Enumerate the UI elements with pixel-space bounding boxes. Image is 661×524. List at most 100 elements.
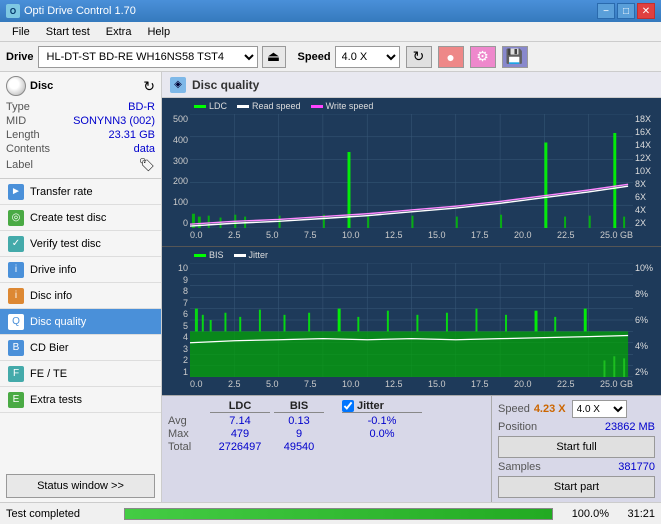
menu-start-test[interactable]: Start test (38, 24, 98, 40)
disc-panel: Disc ↻ Type BD-R MID SONYNN3 (002) Lengt… (0, 72, 161, 179)
disc-length-value: 23.31 GB (109, 129, 155, 141)
chart2-x-axis: 0.0 2.5 5.0 7.5 10.0 12.5 15.0 17.5 20.0… (190, 377, 633, 395)
sidebar-item-disc-quality[interactable]: Q Disc quality (0, 309, 161, 335)
x2-7.5: 7.5 (304, 379, 317, 389)
x1-25: 25.0 GB (600, 230, 633, 240)
speed-row: Speed 4.23 X 4.0 X (498, 400, 655, 418)
sidebar-item-extra-tests[interactable]: E Extra tests (0, 387, 161, 413)
sidebar-item-fe-te[interactable]: F FE / TE (0, 361, 161, 387)
disc-label-label: Label (6, 159, 33, 171)
speed-label: Speed (298, 51, 331, 63)
drive-selector[interactable]: HL-DT-ST BD-RE WH16NS58 TST4 (38, 46, 258, 68)
titlebar: O Opti Drive Control 1.70 − □ ✕ (0, 0, 661, 22)
avg-ldc: 7.14 (210, 415, 270, 427)
main-layout: Disc ↻ Type BD-R MID SONYNN3 (002) Lengt… (0, 72, 661, 502)
jitter-header-label: Jitter (357, 400, 384, 412)
y2-7: 7 (164, 298, 188, 308)
chart1-x-axis: 0.0 2.5 5.0 7.5 10.0 12.5 15.0 17.5 20.0… (190, 228, 633, 246)
disc-contents-value: data (134, 143, 155, 155)
sidebar-item-drive-info[interactable]: i Drive info (0, 257, 161, 283)
disc-button[interactable]: ● (438, 46, 464, 68)
sidebar-item-cd-bier[interactable]: B CD Bier (0, 335, 161, 361)
y1r-18: 18X (635, 114, 659, 124)
x1-7.5: 7.5 (304, 230, 317, 240)
y2-9: 9 (164, 275, 188, 285)
chart2-legend: BIS Jitter (194, 250, 268, 260)
chart2-svg (190, 263, 633, 377)
y1-0: 0 (164, 218, 188, 228)
drive-label: Drive (6, 51, 34, 63)
transfer-rate-label: Transfer rate (30, 186, 93, 198)
bis-header: BIS (274, 400, 324, 413)
menu-file[interactable]: File (4, 24, 38, 40)
y2-3: 3 (164, 344, 188, 354)
start-full-button[interactable]: Start full (498, 436, 655, 458)
write-speed-legend-label: Write speed (326, 101, 374, 111)
avg-row: Avg 7.14 0.13 -0.1% (168, 415, 485, 427)
max-label: Max (168, 428, 206, 440)
total-jitter-empty (342, 441, 422, 453)
y2-8: 8 (164, 286, 188, 296)
spacer (328, 400, 338, 413)
max-jitter: 0.0% (342, 428, 422, 440)
speed-target-selector[interactable]: 4.0 X (572, 400, 627, 418)
y1-100: 100 (164, 197, 188, 207)
chart1-legend: LDC Read speed Write speed (194, 101, 373, 111)
ldc-chart: LDC Read speed Write speed 500 400 (162, 98, 661, 247)
position-label: Position (498, 421, 537, 433)
content-area: ◈ Disc quality LDC Read speed (162, 72, 661, 502)
y2-4: 4 (164, 332, 188, 342)
y2r-10: 10% (635, 263, 659, 273)
y1r-10: 10X (635, 166, 659, 176)
x2-20: 20.0 (514, 379, 532, 389)
total-row: Total 2726497 49540 (168, 441, 485, 453)
settings-button[interactable]: ⚙ (470, 46, 496, 68)
x1-10: 10.0 (342, 230, 360, 240)
app-icon: O (6, 4, 20, 18)
menu-help[interactable]: Help (139, 24, 178, 40)
read-speed-legend-line (237, 105, 249, 108)
menu-extra[interactable]: Extra (98, 24, 140, 40)
titlebar-controls: − □ ✕ (597, 3, 655, 19)
start-part-button[interactable]: Start part (498, 476, 655, 498)
chart1-y-axis-left: 500 400 300 200 100 0 (162, 114, 190, 228)
transfer-rate-icon: ► (8, 184, 24, 200)
y1r-4: 4X (635, 205, 659, 215)
content-header: ◈ Disc quality (162, 72, 661, 98)
disc-header: Disc ↻ (6, 76, 155, 96)
statusbar: Test completed 100.0% 31:21 (0, 502, 661, 524)
disc-refresh-icon[interactable]: ↻ (143, 78, 155, 95)
create-test-label: Create test disc (30, 212, 106, 224)
ldc-header: LDC (210, 400, 270, 413)
x1-17.5: 17.5 (471, 230, 489, 240)
sidebar-item-disc-info[interactable]: i Disc info (0, 283, 161, 309)
fe-te-icon: F (8, 366, 24, 382)
y2-5: 5 (164, 321, 188, 331)
chart1-svg (190, 114, 633, 228)
disc-length-label: Length (6, 129, 40, 141)
maximize-button[interactable]: □ (617, 3, 635, 19)
jitter-legend-line (234, 254, 246, 257)
minimize-button[interactable]: − (597, 3, 615, 19)
eject-button[interactable]: ⏏ (262, 46, 286, 68)
jitter-legend: Jitter (234, 250, 269, 260)
x2-25: 25.0 GB (600, 379, 633, 389)
sidebar-item-transfer-rate[interactable]: ► Transfer rate (0, 179, 161, 205)
status-window-button[interactable]: Status window >> (6, 474, 155, 498)
sidebar-item-create-test-disc[interactable]: ◎ Create test disc (0, 205, 161, 231)
menubar: File Start test Extra Help (0, 22, 661, 42)
jitter-checkbox[interactable] (342, 400, 354, 412)
x2-17.5: 17.5 (471, 379, 489, 389)
refresh-button[interactable]: ↻ (406, 46, 432, 68)
total-label: Total (168, 441, 206, 453)
verify-test-label: Verify test disc (30, 238, 101, 250)
speed-selector[interactable]: 4.0 X (335, 46, 400, 68)
sidebar-item-verify-test-disc[interactable]: ✓ Verify test disc (0, 231, 161, 257)
disc-quality-icon: Q (8, 314, 24, 330)
y1r-12: 12X (635, 153, 659, 163)
y2-2: 2 (164, 355, 188, 365)
save-button[interactable]: 💾 (502, 46, 528, 68)
disc-type-row: Type BD-R (6, 100, 155, 114)
close-button[interactable]: ✕ (637, 3, 655, 19)
disc-info-label: Disc info (30, 290, 72, 302)
